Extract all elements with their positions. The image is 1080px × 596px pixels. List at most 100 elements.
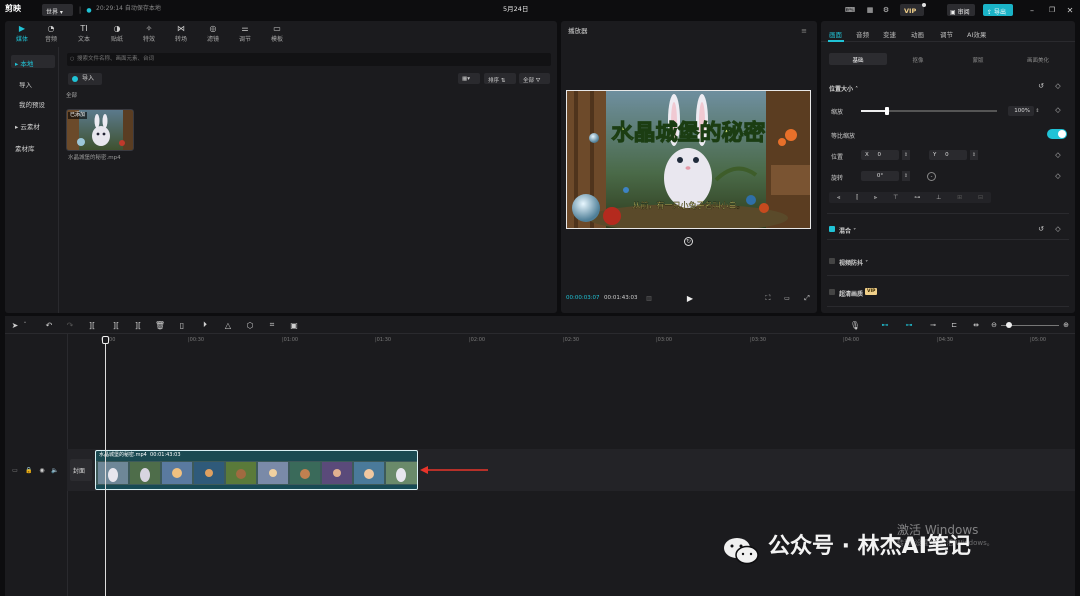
super-res-checkbox[interactable] [829, 289, 835, 295]
scale-slider-handle[interactable] [885, 107, 889, 115]
tab-ai-effects[interactable]: AI效果 [967, 29, 986, 39]
trim-left-icon[interactable]: ][ [111, 320, 121, 330]
stepper-icon[interactable]: ⇕ [1035, 106, 1040, 116]
settings-icon[interactable]: ⚙ [881, 5, 891, 15]
redo-icon[interactable]: ↷ [65, 320, 75, 330]
fullscreen-crop-icon[interactable]: ⛶ [763, 293, 773, 303]
tab-prop-adjust[interactable]: 调节 [940, 29, 953, 39]
freeze-icon[interactable]: ▯ [177, 320, 187, 330]
tab-sticker[interactable]: ◑ 贴纸 [104, 24, 130, 43]
subtab-beauty[interactable]: 画面美化 [1009, 53, 1067, 65]
microphone-icon[interactable]: 🎙 [850, 320, 860, 330]
import-button[interactable]: 导入 [68, 73, 102, 85]
waveform-icon[interactable]: ▥ [644, 294, 654, 302]
keyframe-icon[interactable]: ◇ [1054, 82, 1062, 90]
preview-canvas[interactable]: 水晶城堡的秘密 从前，有一只小兔子名叫小白。 [566, 90, 811, 229]
keyframe-icon[interactable]: ◇ [1054, 151, 1062, 159]
split-icon[interactable]: ][ [87, 320, 97, 330]
mirror-icon[interactable]: △ [223, 320, 233, 330]
tab-transition[interactable]: ⋈ 转场 [168, 24, 194, 43]
zoom-slider-handle[interactable] [1006, 322, 1012, 328]
trim-right-icon[interactable]: ][ [133, 320, 143, 330]
search-input[interactable]: ○ 搜索文件名称、画面元素、台词 [67, 53, 551, 66]
expand-icon[interactable]: ⤢ [802, 293, 812, 303]
preview-axis-icon[interactable]: ⊏ [948, 320, 960, 330]
lock-icon[interactable]: 🔒 [25, 466, 33, 474]
eye-icon[interactable]: ◉ [38, 466, 46, 474]
sidebar-item-presets[interactable]: 我的预设 [15, 96, 59, 109]
reverse-icon[interactable]: ⏵ [200, 320, 210, 330]
blend-checkbox[interactable] [829, 226, 835, 232]
distribute-v-icon[interactable]: ⊟ [978, 194, 983, 201]
keyframe-icon[interactable]: ◇ [1054, 106, 1062, 114]
image-icon[interactable]: ▣ [289, 320, 299, 330]
subtab-mask[interactable]: 蒙版 [949, 53, 1007, 65]
tab-canvas[interactable]: 画面 [829, 29, 842, 39]
align-left-icon[interactable]: ⫷ [837, 194, 840, 202]
reset-icon[interactable]: ↺ [1037, 225, 1045, 233]
subtab-keying[interactable]: 抠像 [889, 53, 947, 65]
profile-dropdown[interactable]: 世界 ▾ [42, 4, 73, 16]
playhead[interactable] [102, 336, 109, 596]
review-button[interactable]: ▣ 审阅 [947, 4, 975, 16]
rotation-input[interactable]: 0° [861, 171, 899, 181]
keyframe-icon[interactable]: ◇ [1054, 172, 1062, 180]
stepper-icon[interactable]: ⇕ [902, 171, 910, 181]
tab-text[interactable]: TI 文本 [71, 24, 97, 43]
position-y-input[interactable]: Y 0 [929, 150, 967, 160]
close-icon[interactable]: ✕ [1065, 5, 1075, 15]
linkage-icon[interactable]: ⊸ [926, 320, 940, 330]
align-top-icon[interactable]: ⊤ [893, 194, 898, 201]
sort-button[interactable]: 排序 ⇅ [484, 73, 516, 84]
minimize-icon[interactable]: – [1027, 5, 1037, 15]
chevron-down-icon[interactable]: ˅ [22, 320, 28, 330]
sidebar-item-import[interactable]: 导入 [15, 76, 59, 89]
undo-icon[interactable]: ↶ [44, 320, 54, 330]
tab-audio[interactable]: ◔ 音频 [38, 24, 64, 43]
align-right-icon[interactable]: ⫸ [874, 194, 877, 202]
rotation-dial-icon[interactable]: - [927, 172, 936, 181]
view-mode-button[interactable]: ▦▾ [458, 73, 480, 84]
ratio-icon[interactable]: ▭ [780, 293, 794, 303]
sidebar-item-cloud[interactable]: ▸ 云素材 [11, 118, 55, 131]
align-center-v-icon[interactable]: ⊶ [914, 194, 920, 201]
distribute-h-icon[interactable]: ⊞ [957, 194, 962, 201]
sidebar-item-library[interactable]: 素材库 [11, 140, 55, 153]
tab-adjust[interactable]: ⚌ 调节 [232, 24, 258, 43]
filter-all-button[interactable]: 全部 ⛛ [519, 73, 550, 84]
tab-template[interactable]: ▭ 模板 [264, 24, 290, 43]
pointer-icon[interactable]: ➤ [10, 320, 20, 330]
tab-effects[interactable]: ✧ 特效 [136, 24, 162, 43]
stepper-icon[interactable]: ⇕ [902, 150, 910, 160]
tab-speed[interactable]: 变速 [883, 29, 896, 39]
maximize-icon[interactable]: ❐ [1047, 5, 1057, 15]
subtab-basic[interactable]: 基础 [829, 53, 887, 65]
stepper-icon[interactable]: ⇕ [970, 150, 978, 160]
tab-filter[interactable]: ◎ 滤镜 [200, 24, 226, 43]
crop-icon[interactable]: ⌗ [267, 320, 277, 330]
tab-prop-audio[interactable]: 音频 [856, 29, 869, 39]
vip-badge[interactable]: VIP [900, 4, 924, 16]
stabilize-checkbox[interactable] [829, 258, 835, 264]
align-bottom-icon[interactable]: ⊥ [936, 194, 941, 201]
position-x-input[interactable]: X 0 [861, 150, 899, 160]
play-icon[interactable]: ▶ [685, 293, 695, 303]
uniform-scale-toggle[interactable] [1047, 129, 1067, 139]
rotate-icon[interactable]: ⬡ [245, 320, 255, 330]
zoom-in-icon[interactable]: ⊕ [1061, 320, 1071, 330]
keyframe-icon[interactable]: ◇ [1054, 225, 1062, 233]
menu-icon[interactable]: ≡ [799, 27, 809, 35]
zoom-out-icon[interactable]: ⊖ [989, 320, 999, 330]
video-clip[interactable]: 水晶城堡的秘密.mp4 00:01:43:03 [95, 450, 418, 490]
tab-media[interactable]: ▶ 媒体 [9, 24, 35, 43]
tab-animation[interactable]: 动画 [911, 29, 924, 39]
scale-input[interactable]: 100% [1008, 106, 1034, 116]
cover-button[interactable]: 封面 [70, 459, 92, 481]
sidebar-item-local[interactable]: ▸ 本地 [11, 55, 55, 68]
delete-icon[interactable]: 🗑 [155, 320, 165, 330]
magnet-icon[interactable]: ⊶ [902, 320, 916, 330]
rotate-handle-icon[interactable]: ↻ [684, 237, 693, 246]
align-center-h-icon[interactable]: ⫿ [856, 194, 858, 202]
export-button[interactable]: ⇪ 导出 [983, 4, 1013, 16]
playhead-handle[interactable] [102, 336, 109, 344]
